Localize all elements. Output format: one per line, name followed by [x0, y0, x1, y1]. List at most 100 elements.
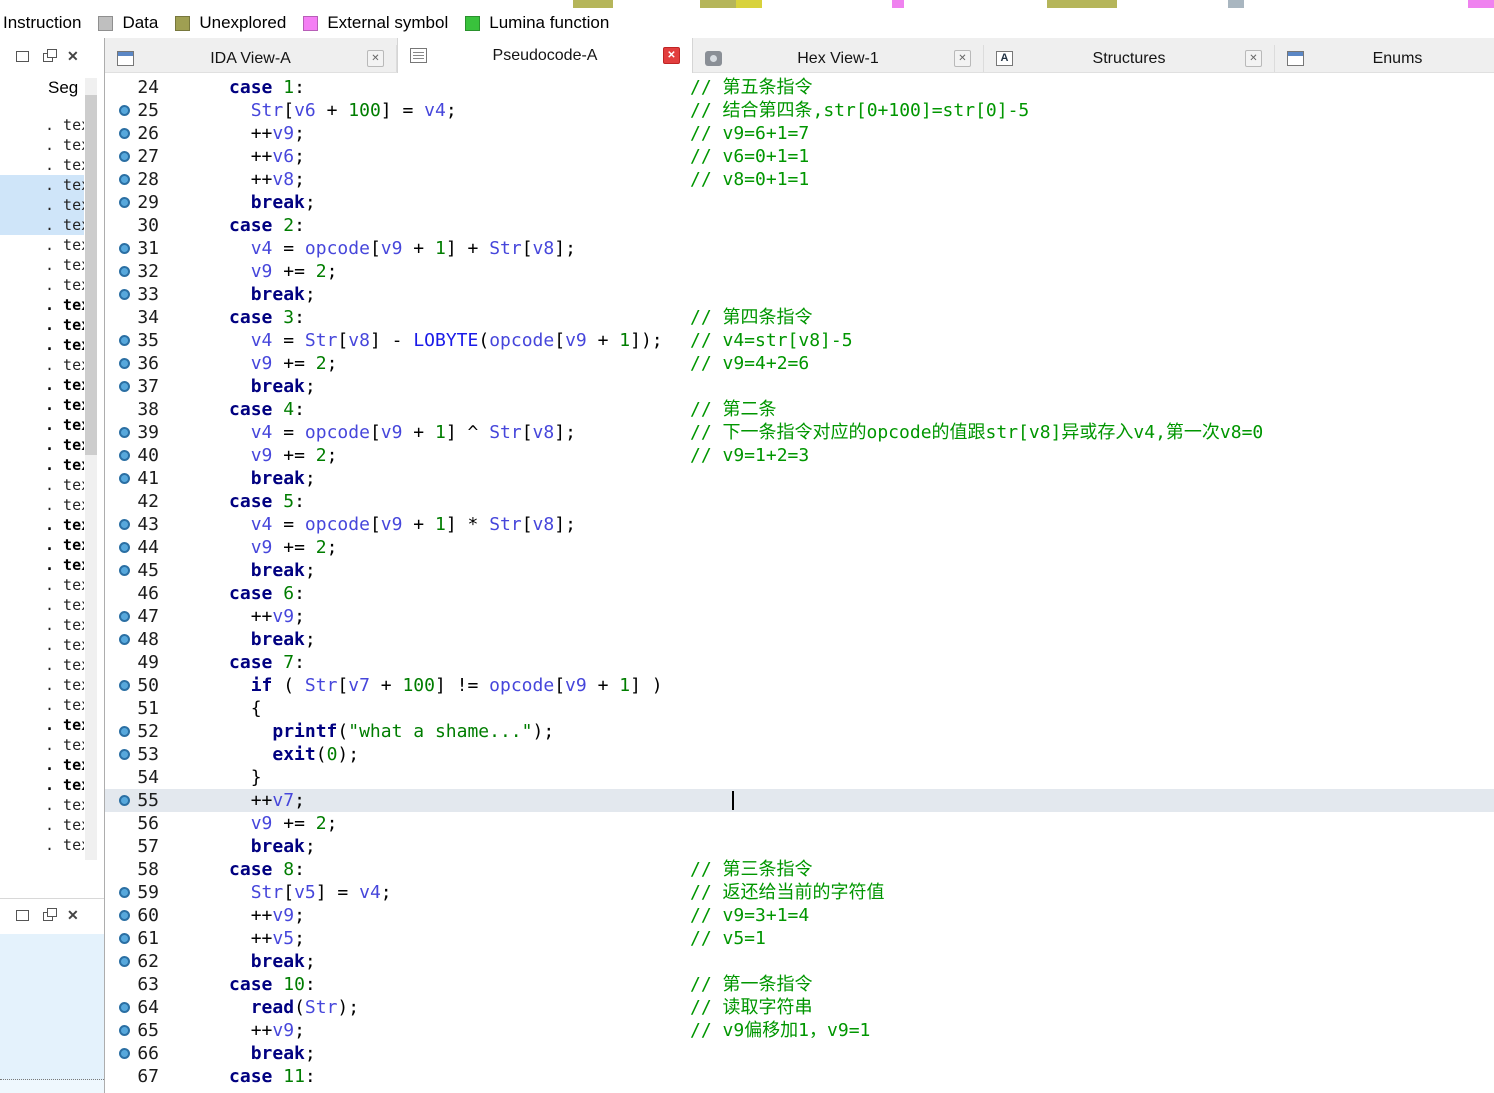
dock-float-icon[interactable] — [43, 908, 57, 921]
segments-list-item[interactable]: . tex — [0, 335, 84, 355]
gutter-cell[interactable] — [111, 927, 137, 950]
dock-close-icon[interactable]: ✕ — [67, 908, 79, 922]
tab-ida-view-a[interactable]: IDA View-A ✕ — [105, 45, 397, 72]
address-dot-icon[interactable] — [118, 749, 130, 760]
pseudocode-view[interactable]: 24 case 1:// 第五条指令 25 Str[v6 + 100] = v4;… — [105, 73, 1494, 1093]
segments-list-item[interactable]: . tex — [0, 755, 84, 775]
gutter-cell[interactable] — [111, 329, 137, 352]
code-line[interactable]: 24 case 1: // 第五条指令 — [105, 76, 1494, 99]
segments-list-item[interactable]: . tex — [0, 275, 84, 295]
address-dot-icon[interactable] — [118, 1002, 130, 1013]
address-dot-icon[interactable] — [118, 243, 130, 254]
tab-hex-view-1[interactable]: Hex View-1 ✕ — [693, 45, 984, 72]
segments-list-item[interactable]: . tex — [0, 775, 84, 795]
gutter-cell[interactable] — [111, 858, 137, 881]
address-dot-icon[interactable] — [118, 680, 130, 691]
segments-list-item[interactable]: . tex — [0, 555, 84, 575]
tab-close-icon[interactable]: ✕ — [367, 50, 384, 67]
gutter-cell[interactable] — [111, 490, 137, 513]
gutter-cell[interactable] — [111, 421, 137, 444]
code-line[interactable]: 27 ++v6; // v6=0+1=1 — [105, 145, 1494, 168]
code-line[interactable]: 45 break; — [105, 559, 1494, 582]
code-line[interactable]: 65 ++v9; // v9偏移加1，v9=1 — [105, 1019, 1494, 1042]
segments-list-item[interactable]: . tex — [0, 375, 84, 395]
segments-list-item[interactable]: . tex — [0, 355, 84, 375]
gutter-cell[interactable] — [111, 835, 137, 858]
address-dot-icon[interactable] — [118, 887, 130, 898]
address-dot-icon[interactable] — [118, 795, 130, 806]
code-line[interactable]: 55 ++v7; — [105, 789, 1494, 812]
segments-list-item[interactable]: . tex — [0, 175, 84, 195]
code-line[interactable]: 38 case 4: // 第二条 — [105, 398, 1494, 421]
code-line[interactable]: 31 v4 = opcode[v9 + 1] + Str[v8]; — [105, 237, 1494, 260]
navigation-band[interactable] — [0, 0, 1494, 8]
address-dot-icon[interactable] — [118, 128, 130, 139]
code-line[interactable]: 32 v9 += 2; — [105, 260, 1494, 283]
gutter-cell[interactable] — [111, 812, 137, 835]
segments-list-item[interactable]: . tex — [0, 815, 84, 835]
code-line[interactable]: 33 break; — [105, 283, 1494, 306]
code-line[interactable]: 39 v4 = opcode[v9 + 1] ^ Str[v8]; // 下一条指… — [105, 421, 1494, 444]
address-dot-icon[interactable] — [118, 289, 130, 300]
address-dot-icon[interactable] — [118, 174, 130, 185]
code-line[interactable]: 47 ++v9; — [105, 605, 1494, 628]
scrollbar-thumb[interactable] — [85, 95, 97, 455]
segments-list-item[interactable]: . tex — [0, 635, 84, 655]
gutter-cell[interactable] — [111, 1065, 137, 1088]
address-dot-icon[interactable] — [118, 933, 130, 944]
code-line[interactable]: 53 exit(0); — [105, 743, 1494, 766]
address-dot-icon[interactable] — [118, 542, 130, 553]
code-line[interactable]: 66 break; — [105, 1042, 1494, 1065]
gutter-cell[interactable] — [111, 582, 137, 605]
code-line[interactable]: 60 ++v9; // v9=3+1=4 — [105, 904, 1494, 927]
gutter-cell[interactable] — [111, 352, 137, 375]
gutter-cell[interactable] — [111, 237, 137, 260]
code-line[interactable]: 59 Str[v5] = v4; // 返还给当前的字符值 — [105, 881, 1494, 904]
segments-list-item[interactable]: . tex — [0, 195, 84, 215]
address-dot-icon[interactable] — [118, 197, 130, 208]
gutter-cell[interactable] — [111, 605, 137, 628]
gutter-cell[interactable] — [111, 628, 137, 651]
address-dot-icon[interactable] — [118, 565, 130, 576]
gutter-cell[interactable] — [111, 904, 137, 927]
segments-list-item[interactable]: . tex — [0, 835, 84, 855]
gutter-cell[interactable] — [111, 168, 137, 191]
gutter-cell[interactable] — [111, 145, 137, 168]
segments-list-item[interactable]: . tex — [0, 695, 84, 715]
gutter-cell[interactable] — [111, 306, 137, 329]
code-line[interactable]: 35 v4 = Str[v8] - LOBYTE(opcode[v9 + 1])… — [105, 329, 1494, 352]
segments-list-item[interactable]: . tex — [0, 475, 84, 495]
gutter-cell[interactable] — [111, 283, 137, 306]
tab-close-icon[interactable]: ✕ — [1245, 50, 1262, 67]
code-line[interactable]: 58 case 8: // 第三条指令 — [105, 858, 1494, 881]
gutter-cell[interactable] — [111, 191, 137, 214]
segments-list-item[interactable]: . tex — [0, 495, 84, 515]
address-dot-icon[interactable] — [118, 1048, 130, 1059]
code-line[interactable]: 46 case 6: — [105, 582, 1494, 605]
gutter-cell[interactable] — [111, 260, 137, 283]
gutter-cell[interactable] — [111, 99, 137, 122]
gutter-cell[interactable] — [111, 559, 137, 582]
segments-list-item[interactable]: . tex — [0, 415, 84, 435]
code-line[interactable]: 54 } — [105, 766, 1494, 789]
gutter-cell[interactable] — [111, 1042, 137, 1065]
gutter-cell[interactable] — [111, 651, 137, 674]
code-line[interactable]: 63 case 10: // 第一条指令 — [105, 973, 1494, 996]
gutter-cell[interactable] — [111, 973, 137, 996]
dock-close-icon[interactable]: ✕ — [67, 49, 79, 63]
gutter-cell[interactable] — [111, 444, 137, 467]
address-dot-icon[interactable] — [118, 956, 130, 967]
code-line[interactable]: 43 v4 = opcode[v9 + 1] * Str[v8]; — [105, 513, 1494, 536]
segments-list-item[interactable]: . tex — [0, 675, 84, 695]
segments-list-item[interactable]: . tex — [0, 655, 84, 675]
address-dot-icon[interactable] — [118, 105, 130, 116]
code-line[interactable]: 67 case 11: — [105, 1065, 1494, 1088]
address-dot-icon[interactable] — [118, 519, 130, 530]
code-line[interactable]: 25 Str[v6 + 100] = v4; // 结合第四条,str[0+100… — [105, 99, 1494, 122]
tab-pseudocode-a[interactable]: Pseudocode-A ✕ — [397, 38, 693, 73]
code-line[interactable]: 26 ++v9; // v9=6+1=7 — [105, 122, 1494, 145]
gutter-cell[interactable] — [111, 743, 137, 766]
code-line[interactable]: 36 v9 += 2; // v9=4+2=6 — [105, 352, 1494, 375]
address-dot-icon[interactable] — [118, 910, 130, 921]
code-line[interactable]: 40 v9 += 2; // v9=1+2=3 — [105, 444, 1494, 467]
